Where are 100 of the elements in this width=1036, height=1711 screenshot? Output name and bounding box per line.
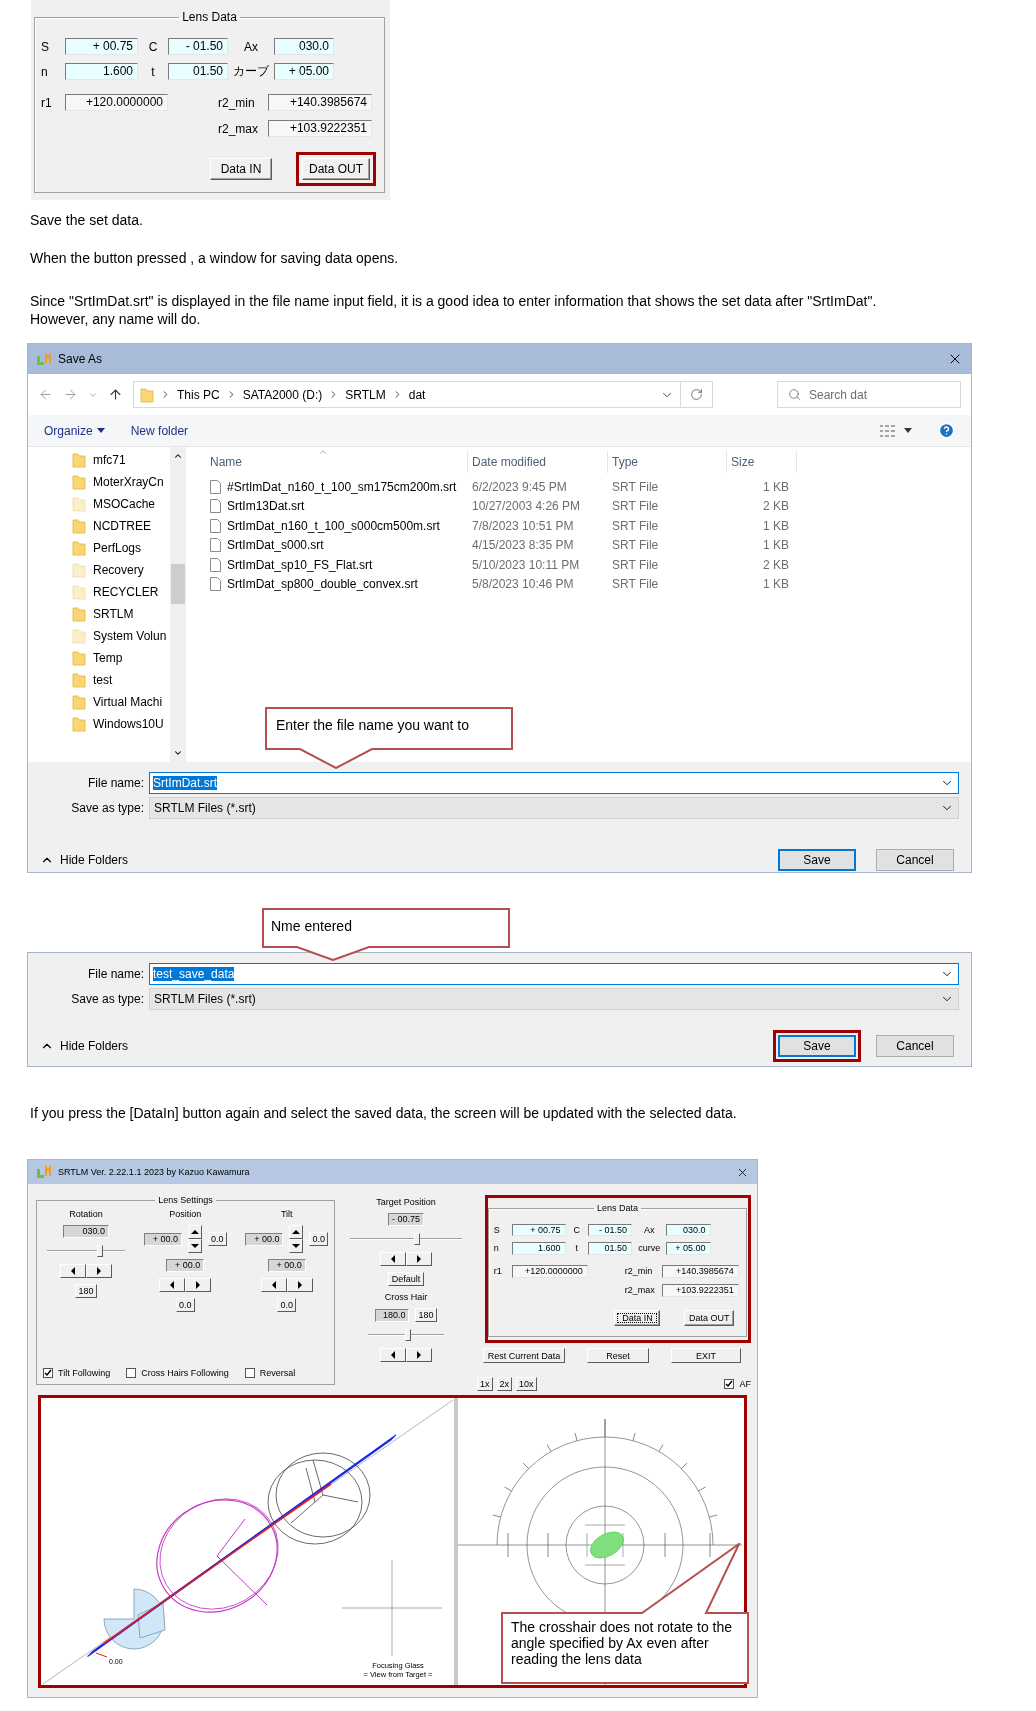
value-field[interactable]: 01.50 [587, 1242, 633, 1255]
spin-up-button[interactable] [188, 1225, 202, 1239]
cancel-button[interactable]: Cancel [876, 1035, 954, 1057]
right-arrow-button[interactable] [286, 1278, 313, 1292]
value-field[interactable]: - 00.75 [388, 1213, 424, 1226]
file-row[interactable]: #SrtImDat_n160_t_100_sm175cm200m.srt 6/2/2023 9:45 PM SRT File 1 KB [206, 477, 971, 497]
checkbox[interactable] [126, 1368, 137, 1378]
value-button[interactable]: 0.0 [176, 1298, 195, 1312]
value-button[interactable]: 180 [415, 1308, 437, 1322]
value-field[interactable]: 1.600 [65, 63, 138, 80]
folder-item[interactable]: MoterXrayCn [72, 471, 170, 493]
breadcrumb-item[interactable]: SATA2000 (D:) [242, 387, 323, 402]
left-arrow-button[interactable] [60, 1264, 86, 1278]
back-icon[interactable] [38, 387, 53, 402]
folder-item[interactable]: PerfLogs [72, 537, 170, 559]
slider[interactable] [47, 1244, 125, 1258]
left-arrow-button[interactable] [260, 1278, 287, 1292]
spin-down-button[interactable] [188, 1239, 202, 1253]
action-button[interactable]: Reset [587, 1348, 649, 1363]
value-field[interactable]: + 00.75 [511, 1223, 566, 1237]
value-field[interactable]: +140.3985674 [661, 1264, 739, 1278]
column-header[interactable]: Type [608, 451, 727, 473]
cancel-button[interactable]: Cancel [876, 849, 954, 871]
slider-thumb[interactable] [414, 1233, 421, 1245]
value-field[interactable]: - 01.50 [168, 38, 228, 55]
value-field[interactable]: + 00.75 [65, 38, 138, 55]
breadcrumb-item[interactable]: SRTLM [345, 387, 386, 402]
value-field[interactable]: + 00.0 [245, 1232, 284, 1246]
new-folder-button[interactable]: New folder [130, 421, 189, 440]
value-button[interactable]: 0.0 [208, 1232, 227, 1246]
value-button[interactable]: 0.0 [277, 1298, 296, 1312]
scrollbar[interactable] [170, 447, 186, 762]
value-field[interactable]: +120.0000000 [65, 94, 168, 111]
slider-thumb[interactable] [404, 1329, 411, 1341]
left-arrow-button[interactable] [159, 1278, 186, 1292]
value-field[interactable]: 1.600 [511, 1242, 566, 1255]
column-header[interactable]: Size [727, 451, 797, 473]
file-name-field[interactable]: test_save_data [149, 963, 959, 985]
slider[interactable] [350, 1232, 462, 1246]
right-arrow-button[interactable] [406, 1252, 432, 1266]
value-field[interactable]: + 00.0 [166, 1259, 205, 1272]
checkbox[interactable] [244, 1368, 255, 1378]
value-field[interactable]: +120.0000000 [511, 1264, 588, 1278]
folder-item[interactable]: mfc71 [72, 449, 170, 471]
right-arrow-button[interactable] [185, 1278, 212, 1292]
data-in-button[interactable]: Data IN [210, 158, 272, 180]
value-field[interactable]: 030.0 [63, 1225, 109, 1238]
zoom-button[interactable]: 2x [496, 1377, 513, 1391]
help-icon[interactable] [938, 422, 955, 439]
hide-folders-button[interactable]: Hide Folders [40, 853, 129, 867]
hide-folders-button[interactable]: Hide Folders [40, 1039, 129, 1053]
default-button[interactable]: Default [388, 1272, 424, 1286]
file-row[interactable]: SrtImDat_s000.srt 4/15/2023 8:35 PM SRT File 1 KB [206, 535, 971, 555]
data-in-button[interactable]: Data IN [614, 1310, 661, 1327]
breadcrumb-item[interactable]: This PC [177, 387, 220, 402]
right-arrow-button[interactable] [86, 1264, 112, 1278]
file-type-dropdown[interactable]: SRTLM Files (*.srt) [149, 988, 959, 1010]
zoom-button[interactable]: 1x [477, 1377, 493, 1391]
file-row[interactable]: SrtImDat_n160_t_100_s000cm500m.srt 7/8/2023 10:51 PM SRT File 1 KB [206, 516, 971, 536]
search-field[interactable]: Search dat [777, 381, 961, 408]
spin-up-button[interactable] [289, 1225, 304, 1239]
file-type-dropdown[interactable]: SRTLM Files (*.srt) [149, 797, 959, 819]
file-row[interactable]: SrtImDat_sp800_double_convex.srt 5/8/2023 10:46 PM SRT File 1 KB [206, 574, 971, 594]
up-icon[interactable] [108, 387, 123, 402]
organize-menu[interactable]: Organize [44, 421, 105, 440]
action-button[interactable]: EXIT [671, 1348, 741, 1363]
slider[interactable] [368, 1328, 444, 1342]
file-name-field[interactable]: SrtImDat.srt [149, 772, 959, 794]
folder-item[interactable]: Windows10U [72, 713, 170, 735]
value-field[interactable]: 030.0 [666, 1223, 711, 1237]
value-field[interactable]: 01.50 [168, 63, 228, 80]
zoom-button[interactable]: 10x [516, 1377, 537, 1391]
column-header[interactable]: Date modified [468, 451, 608, 473]
value-field[interactable]: + 05.00 [274, 63, 334, 80]
folder-item[interactable]: MSOCache [72, 493, 170, 515]
column-header[interactable]: Name [206, 451, 468, 473]
folder-item[interactable]: Recovery [72, 559, 170, 581]
right-arrow-button[interactable] [406, 1348, 432, 1362]
forward-icon[interactable] [63, 387, 78, 402]
folder-item[interactable]: System Volun [72, 625, 170, 647]
action-button[interactable]: Rest Current Data [483, 1348, 565, 1363]
breadcrumb-item[interactable]: dat [408, 387, 426, 402]
scrollbar-thumb[interactable] [171, 564, 185, 604]
value-field[interactable]: + 00.0 [267, 1259, 306, 1272]
folder-item[interactable]: Temp [72, 647, 170, 669]
value-field[interactable]: 180.0 [375, 1308, 410, 1322]
folder-item[interactable]: RECYCLER [72, 581, 170, 603]
value-button[interactable]: 180 [75, 1284, 97, 1298]
folder-item[interactable]: SRTLM [72, 603, 170, 625]
file-row[interactable]: SrtImDat_sp10_FS_Flat.srt 5/10/2023 10:11 PM SRT File 2 KB [206, 555, 971, 575]
address-bar[interactable]: This PC SATA2000 (D:) SRTLM dat [133, 381, 713, 408]
slider-thumb[interactable] [97, 1245, 104, 1257]
left-arrow-button[interactable] [380, 1348, 406, 1362]
data-out-button[interactable]: Data OUT [684, 1310, 735, 1327]
value-field[interactable]: 030.0 [274, 38, 334, 55]
value-field[interactable]: + 05.00 [666, 1242, 711, 1255]
spin-down-button[interactable] [289, 1239, 304, 1253]
value-field[interactable]: +140.3985674 [268, 94, 372, 111]
save-button[interactable]: Save [778, 1035, 856, 1057]
save-button[interactable]: Save [778, 849, 856, 871]
